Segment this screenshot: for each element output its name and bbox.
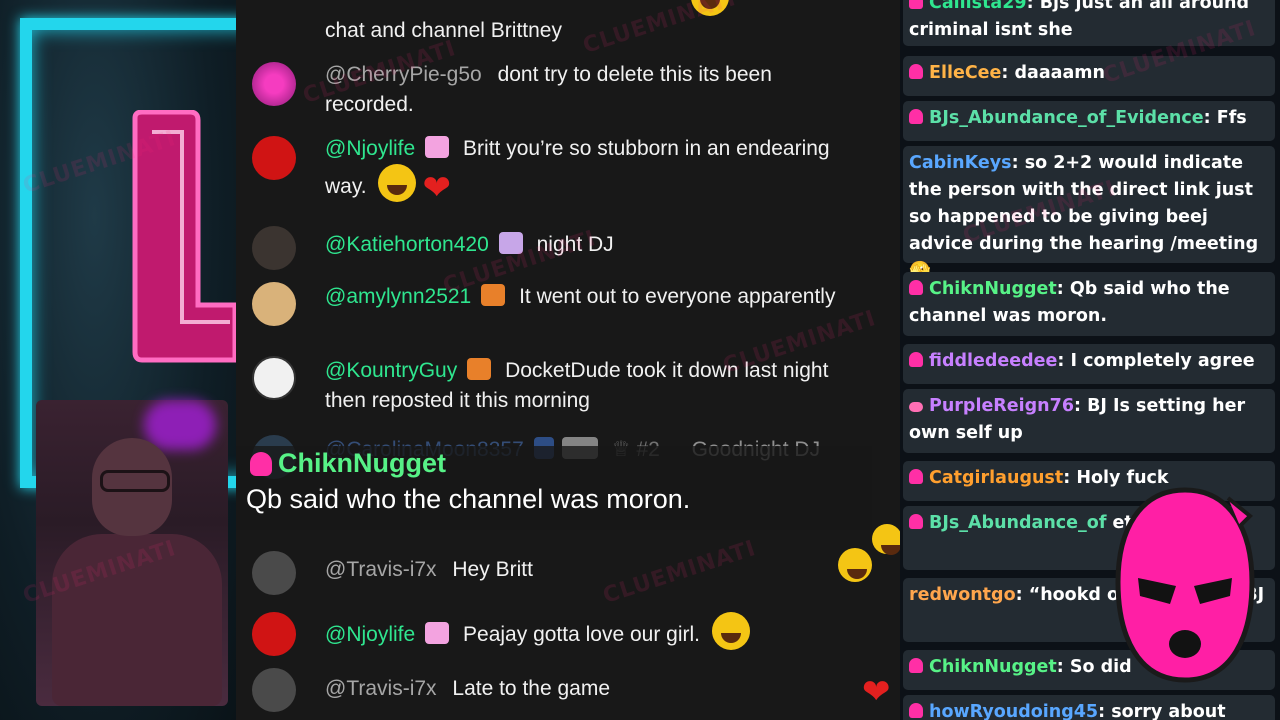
avatar[interactable] [252,282,296,326]
skull-icon [909,703,923,718]
laughing-emoji-icon [711,612,750,650]
username[interactable]: @Travis-i7x [325,677,437,700]
skull-icon [909,658,923,673]
username[interactable]: Callista29 [929,0,1027,13]
username[interactable]: @Njoylife [325,623,415,646]
crown-badge-icon [425,622,450,644]
message-text: Late to the game [452,677,611,700]
stream-overlay-left [0,0,236,720]
message-text: Peajay gotta love our girl. [463,623,700,646]
overlay-username: ChiknNugget [278,448,446,478]
username[interactable]: PurpleReign76 [929,396,1074,416]
message-text: night DJ [536,233,614,256]
chat-message: CabinKeys: so 2+2 would indicate the per… [903,146,1275,281]
skull-icon [250,452,272,476]
avatar[interactable] [252,62,296,106]
avatar[interactable] [252,612,296,656]
message-text: Hey Britt [452,558,533,581]
username[interactable]: @Travis-i7x [325,558,437,581]
message-text: chat and channel Brittney [325,19,562,42]
message-text: sorry about [1111,702,1226,720]
username[interactable]: BJs_Abundance_of [929,513,1106,533]
chat-message: ChiknNugget: Qb said who the channel was… [903,272,1275,336]
laughing-emoji-icon [378,164,417,202]
webcam-feed [36,400,228,706]
chat-message: Callista29: Bjs just an all around crimi… [903,0,1275,46]
grinning-emoji-icon [691,0,729,16]
username[interactable]: ElleCee [929,63,1001,83]
streamer-body [52,534,222,706]
skull-icon [909,352,923,367]
red-heart-icon: ❤ [862,672,891,712]
red-heart-icon: ❤ [422,169,451,207]
avatar[interactable] [252,551,296,595]
username[interactable]: howRyoudoing45 [929,702,1098,720]
chat-message: BJs_Abundance_of_Evidence: Ffs [903,101,1275,141]
lips-icon [909,402,923,412]
highlighted-chat-overlay: ChiknNugget Qb said who the channel was … [236,446,872,530]
skull-icon [909,109,923,124]
grinning-emoji-icon [838,548,872,582]
username[interactable]: BJs_Abundance_of_Evidence [929,108,1204,128]
username[interactable]: redwontgo [909,585,1016,605]
message-text: I completely agree [1070,351,1255,371]
overlay-message-text: Qb said who the channel was moron. [246,484,691,514]
avatar[interactable] [252,356,296,400]
skull-icon [909,0,923,9]
skull-icon [909,469,923,484]
message-text: Holy fuck [1076,468,1169,488]
username[interactable]: ChiknNugget [929,657,1057,677]
username[interactable]: @KountryGuy [325,359,457,382]
glasses-icon [100,470,170,492]
chat-message: PurpleReign76: BJ Is setting her own sel… [903,389,1275,453]
avatar[interactable] [252,226,296,270]
wat-badge-icon [481,284,506,306]
avatar[interactable] [252,136,296,180]
username[interactable]: fiddledeedee [929,351,1057,371]
skull-icon [909,280,923,295]
skull-icon [909,64,923,79]
username[interactable]: CabinKeys [909,153,1012,173]
youtube-chat-panel: chat and channel Brittney @CherryPie-g5o… [236,0,900,720]
crown-badge-icon [425,136,450,158]
username[interactable]: ChiknNugget [929,279,1057,299]
avatar[interactable] [252,668,296,712]
chat-message: ElleCee: daaaamn [903,56,1275,96]
chat-message: fiddledeedee: I completely agree [903,344,1275,384]
purple-light [144,400,216,450]
skull-icon [909,514,923,529]
message-text: It went out to everyone apparently [519,285,836,308]
username[interactable]: @amylynn2521 [325,285,471,308]
username[interactable]: Catgirlaugust [929,468,1063,488]
username[interactable]: @Katiehorton420 [325,233,489,256]
grinning-emoji-icon [872,524,900,555]
balaclava-mascot-icon [1115,487,1255,683]
username[interactable]: @Njoylife [325,137,415,160]
wat-badge-icon [467,358,492,380]
umbrella-badge-icon [498,232,523,254]
chat-message: howRyoudoing45: sorry about [903,695,1275,720]
username[interactable]: @CherryPie-g5o [325,63,482,86]
neon-letter-logo [132,110,236,363]
message-text: daaaamn [1014,63,1105,83]
message-text: Ffs [1216,108,1247,128]
